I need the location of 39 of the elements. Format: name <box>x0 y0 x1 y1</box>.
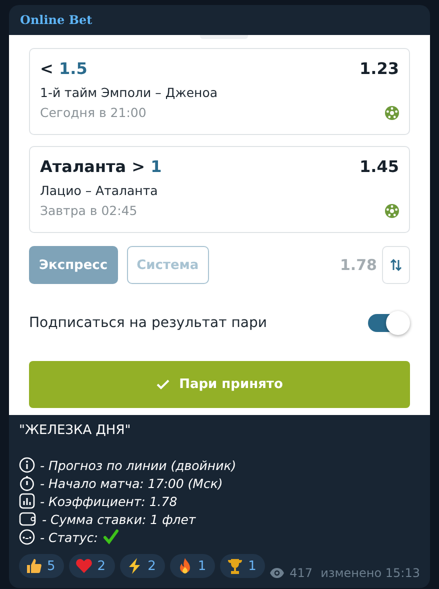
drag-handle <box>200 35 248 39</box>
total-odds: 1.78 <box>340 256 377 274</box>
edited-time: изменено 15:13 <box>320 566 420 580</box>
swap-icon <box>390 259 402 271</box>
reaction-chip[interactable]: 2 <box>120 554 165 578</box>
reaction-chip[interactable]: 1 <box>220 554 266 578</box>
bet-odds: 1.23 <box>360 58 399 78</box>
reaction-chip[interactable]: 1 <box>170 554 216 578</box>
status-icon <box>19 529 35 545</box>
soccer-ball-icon <box>385 204 399 218</box>
stopwatch-icon <box>19 475 35 491</box>
caption-line: - Коэффициент: 1.78 <box>40 494 178 508</box>
caption-line: - Сумма ставки: 1 флет <box>42 512 196 526</box>
reaction-chip[interactable]: 2 <box>69 554 115 578</box>
caption-line: - Статус: <box>40 530 98 544</box>
heart-icon <box>75 557 94 575</box>
subscribe-label: Подписаться на результат пари <box>29 315 267 331</box>
match-name: 1-й тайм Эмполи – Дженоа <box>40 85 219 100</box>
chart-icon <box>19 493 35 509</box>
eye-icon <box>268 567 285 579</box>
caption-title: "ЖЕЛЕЗКА ДНЯ" <box>19 423 132 440</box>
trophy-icon <box>226 557 244 575</box>
bet-odds: 1.45 <box>360 156 399 176</box>
sort-button[interactable] <box>382 246 410 284</box>
thumbs-up-icon <box>25 557 43 575</box>
soccer-ball-icon <box>385 106 399 120</box>
view-count: 417 <box>290 566 313 580</box>
wallet-icon <box>19 511 37 527</box>
check-icon <box>156 379 170 390</box>
reaction-chip[interactable]: 5 <box>19 554 64 578</box>
bet-pick: < 1.5 <box>40 58 88 78</box>
match-time: Сегодня в 21:00 <box>40 105 146 120</box>
caption-line: - Прогноз по линии (двойник) <box>40 458 236 472</box>
match-name: Лацио – Аталанта <box>40 183 159 198</box>
caption-line: - Начало матча: 17:00 (Мск) <box>40 476 223 490</box>
bet-pick: Аталанта > 1 <box>40 156 162 176</box>
info-icon <box>19 457 35 473</box>
channel-name[interactable]: Online Bet <box>20 13 92 27</box>
match-time: Завтра в 02:45 <box>40 203 138 218</box>
